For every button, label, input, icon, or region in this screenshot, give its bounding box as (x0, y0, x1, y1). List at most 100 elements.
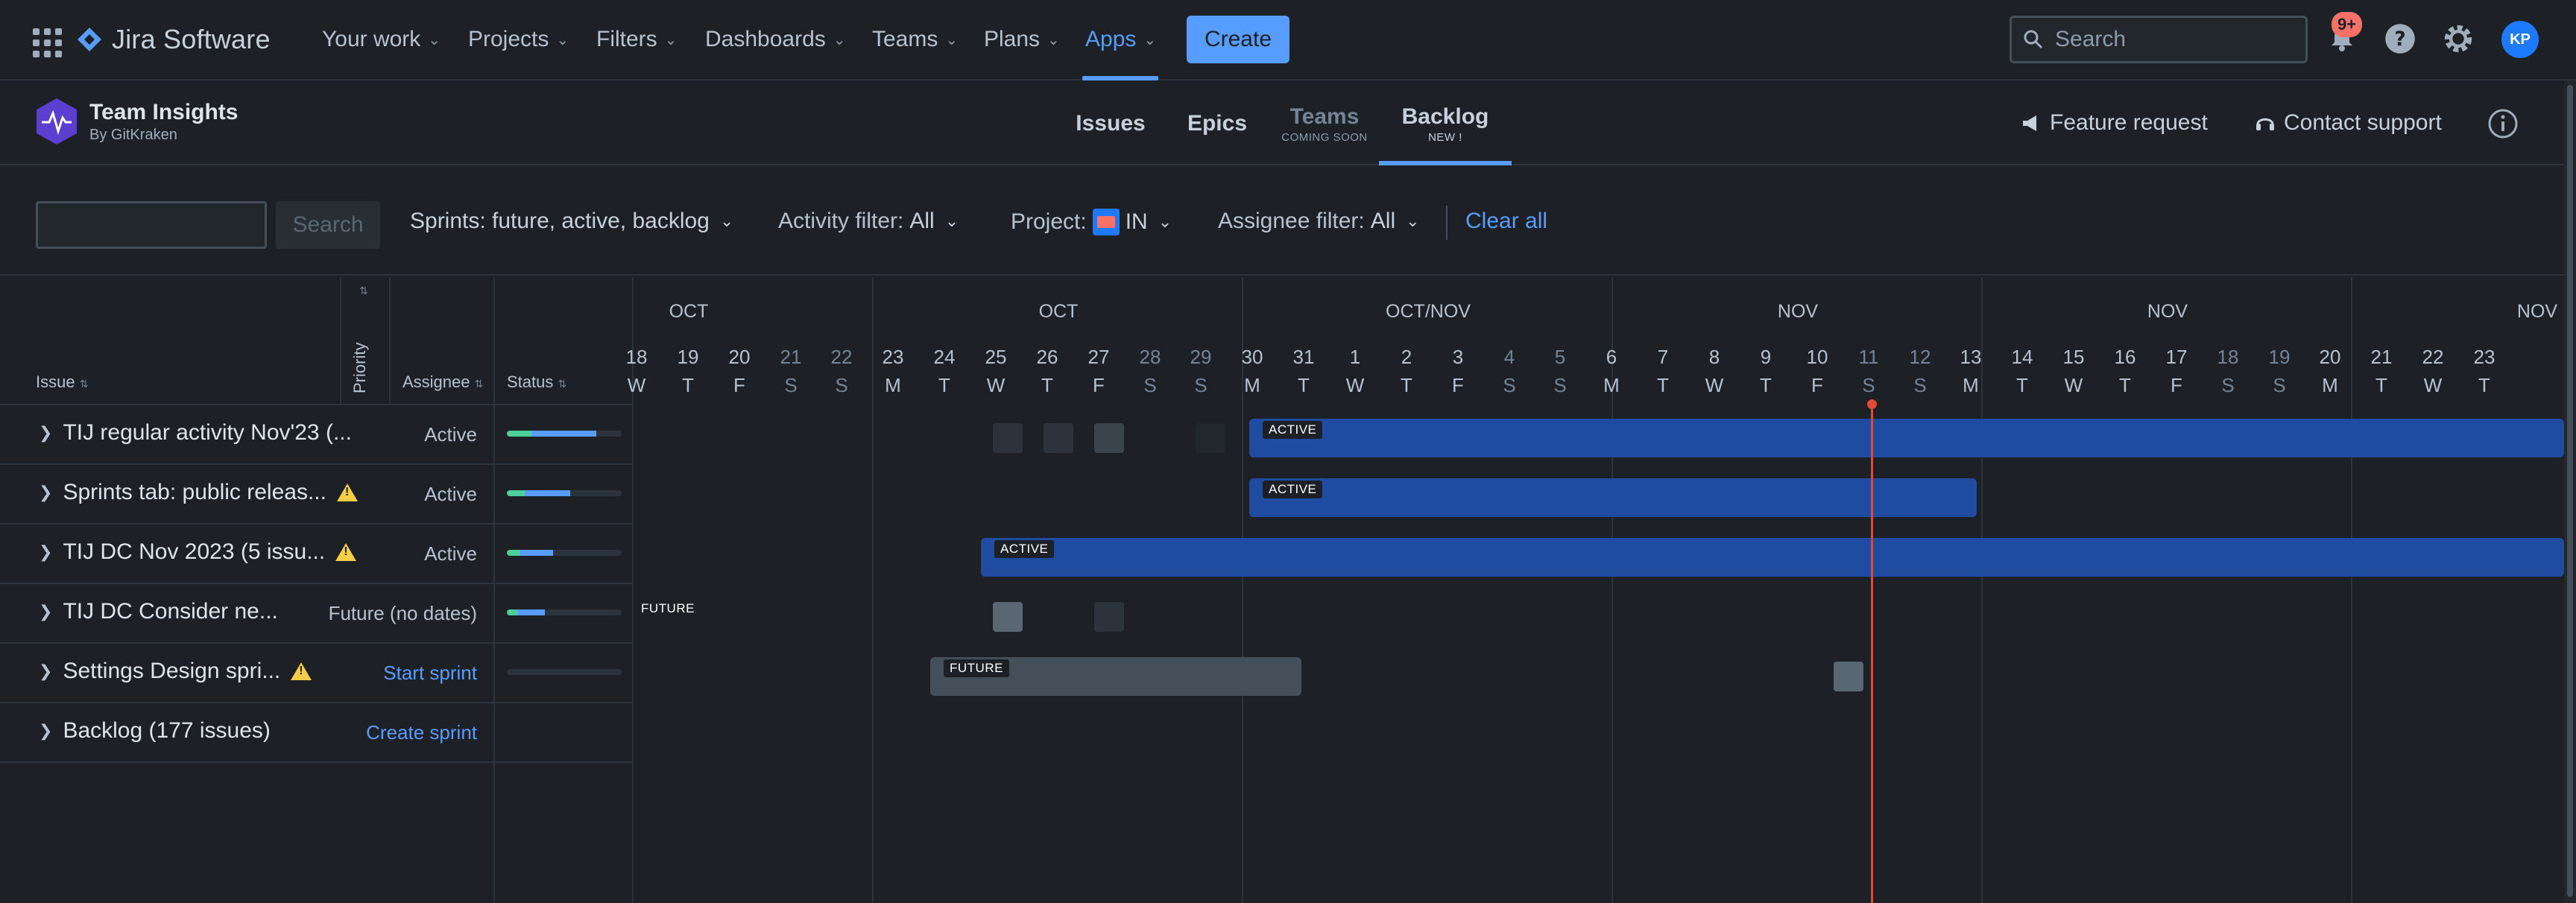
day-number: 23 (2473, 346, 2496, 368)
search-icon (2024, 30, 2043, 49)
chevron-down-icon: ⌄ (556, 31, 569, 48)
create-button[interactable]: Create (1187, 16, 1289, 63)
day-number: 13 (1960, 346, 1982, 368)
scrollbar-thumb[interactable] (2567, 85, 2573, 897)
expand-chevron-icon[interactable]: ❯ (39, 602, 52, 621)
tab-epics[interactable]: Epics (1184, 82, 1251, 165)
filter-search-input[interactable] (36, 201, 267, 249)
expand-chevron-icon[interactable]: ❯ (39, 483, 52, 502)
expand-chevron-icon[interactable]: ❯ (39, 423, 52, 443)
nav-your-work[interactable]: Your work ⌄ (322, 21, 441, 58)
chevron-down-icon: ⌄ (719, 212, 734, 230)
info-icon[interactable] (2487, 107, 2519, 140)
sort-icon[interactable]: ⇅ (359, 285, 368, 297)
sprint-bar-active[interactable] (1249, 478, 1977, 517)
tab-label: Backlog (1401, 104, 1489, 129)
settings-gear-icon[interactable] (2440, 21, 2476, 57)
activity-cell (993, 602, 1023, 632)
sprint-action-link[interactable]: Start sprint (383, 662, 477, 685)
chevron-down-icon: ⌄ (1158, 212, 1172, 231)
month-label: OCT (669, 301, 709, 322)
sprint-state-tag: ACTIVE (994, 540, 1055, 558)
filter-bar: Search Sprints: future, active, backlog … (0, 167, 2576, 276)
assignee-filter-dropdown[interactable]: Assignee filter: All ⌄ (1218, 209, 1420, 234)
tab-label: Teams (1289, 104, 1360, 129)
day-letter: T (2375, 374, 2387, 396)
today-marker-dot (1867, 399, 1877, 409)
day-letter: T (1401, 374, 1412, 396)
day-number: 19 (677, 346, 699, 368)
tab-issues[interactable]: Issues (1073, 82, 1148, 165)
day-number: 23 (882, 346, 904, 368)
help-icon[interactable]: ? (2382, 21, 2418, 57)
day-letter: S (1862, 374, 1875, 396)
day-number: 20 (2319, 346, 2341, 368)
column-header-assignee[interactable]: Assignee ⇅ (402, 373, 483, 392)
day-number: 9 (1760, 346, 1772, 368)
question-icon: ? (2385, 24, 2415, 54)
nav-label: Your work (322, 27, 421, 51)
expand-chevron-icon[interactable]: ❯ (39, 542, 52, 562)
nav-filters[interactable]: Filters ⌄ (596, 21, 677, 58)
week-divider (1242, 277, 1243, 903)
clear-all-link[interactable]: Clear all (1465, 209, 1547, 234)
nav-dashboards[interactable]: Dashboards ⌄ (705, 21, 846, 58)
search-input[interactable] (2055, 27, 2294, 52)
sprint-row-title[interactable]: ❯ Settings Design spri... (39, 659, 312, 684)
tab-backlog[interactable]: Backlog NEW ! (1379, 82, 1512, 165)
sprint-row-title[interactable]: ❯ Backlog (177 issues) (39, 718, 271, 744)
sprint-row-title[interactable]: ❯ TIJ regular activity Nov'23 (... (39, 420, 352, 446)
app-switcher-icon[interactable] (28, 24, 63, 58)
sort-icon: ⇅ (558, 378, 567, 390)
column-header-issue[interactable]: Issue ⇅ (36, 373, 88, 392)
nav-apps[interactable]: Apps ⌄ (1085, 21, 1156, 58)
day-number: 17 (2165, 346, 2188, 368)
vertical-scrollbar[interactable] (2564, 80, 2576, 903)
filter-search-button[interactable]: Search (276, 201, 380, 249)
sprint-action-link[interactable]: Create sprint (366, 721, 477, 744)
tab-sublabel: COMING SOON (1281, 130, 1368, 144)
day-number: 21 (780, 346, 802, 368)
sprints-filter-dropdown[interactable]: Sprints: future, active, backlog ⌄ (410, 209, 733, 234)
product-name: Jira Software (112, 24, 271, 54)
nav-label: Teams (872, 27, 938, 51)
contact-support-link[interactable]: Contact support (2254, 110, 2442, 136)
assignee-filter-label: Assignee filter: (1218, 209, 1365, 233)
day-letter: F (733, 374, 745, 396)
sprint-bar-active[interactable] (1249, 419, 2564, 457)
day-letter: S (1194, 374, 1208, 396)
activity-filter-dropdown[interactable]: Activity filter: All ⌄ (778, 209, 959, 234)
sprints-filter-label: Sprints: future, active, backlog (410, 209, 710, 233)
column-label: Assignee (402, 373, 470, 391)
day-number: 5 (1554, 346, 1566, 368)
nav-teams[interactable]: Teams ⌄ (872, 21, 958, 58)
feature-request-link[interactable]: Feature request (2020, 110, 2208, 136)
day-letter: T (2119, 374, 2131, 396)
app-brand[interactable]: Team Insights By GitKraken (34, 97, 238, 146)
jira-logo[interactable]: Jira Software (76, 21, 271, 58)
column-divider (632, 277, 634, 903)
nav-label: Projects (468, 27, 549, 51)
sprint-row-title[interactable]: ❯ Sprints tab: public releas... (39, 480, 358, 505)
column-header-status[interactable]: Status ⇅ (507, 373, 566, 392)
day-number: 22 (2422, 346, 2444, 368)
day-letter: S (1143, 374, 1157, 396)
activity-cell (1044, 423, 1073, 453)
global-search[interactable] (2010, 16, 2308, 63)
nav-projects[interactable]: Projects ⌄ (468, 21, 569, 58)
column-header-priority[interactable]: Priority (350, 343, 370, 393)
day-number: 19 (2268, 346, 2291, 368)
expand-chevron-icon[interactable]: ❯ (39, 721, 52, 741)
day-letter: M (885, 374, 901, 396)
sprint-bar-active[interactable] (981, 538, 2564, 577)
activity-cell (1834, 662, 1863, 691)
sprint-state-tag: FUTURE (635, 600, 701, 618)
sprint-row-title[interactable]: ❯ TIJ DC Consider ne... (39, 599, 278, 624)
sprint-row-title[interactable]: ❯ TIJ DC Nov 2023 (5 issu... (39, 539, 357, 565)
day-number: 7 (1657, 346, 1669, 368)
user-avatar[interactable]: KP (2501, 21, 2539, 58)
expand-chevron-icon[interactable]: ❯ (39, 662, 52, 681)
project-filter-dropdown[interactable]: Project: IN ⌄ (1011, 209, 1172, 235)
nav-plans[interactable]: Plans ⌄ (984, 21, 1060, 58)
header-divider (0, 404, 632, 405)
